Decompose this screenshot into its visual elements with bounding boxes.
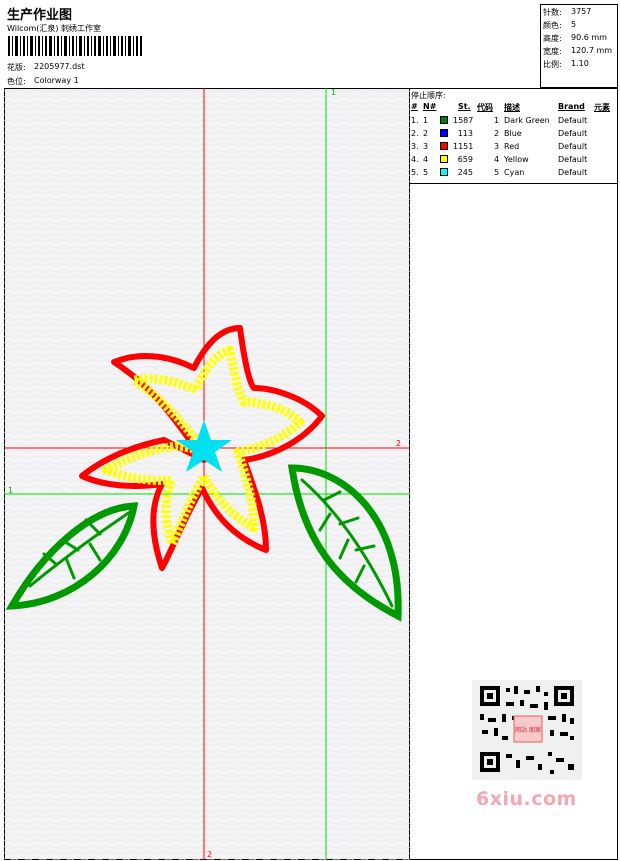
- column-header-brand: Brand: [558, 102, 585, 111]
- color-swatch: [440, 116, 448, 124]
- scale-label: 比例:: [543, 60, 562, 69]
- row-index: 5.: [411, 168, 419, 177]
- height-label: 高度:: [543, 34, 562, 43]
- row-number: 1: [423, 116, 429, 125]
- stitches-value: 3757: [571, 7, 592, 16]
- colors-label: 颜色:: [543, 21, 562, 30]
- row-stitches: 659: [457, 155, 473, 164]
- row-stitches: 1587: [453, 116, 474, 125]
- color-swatch: [440, 129, 448, 137]
- row-description: Cyan: [504, 168, 525, 177]
- column-header-element: 元素: [594, 103, 610, 112]
- company-name: Wilcom(汇泉) 刺绣工作室: [7, 24, 102, 33]
- column-header-code: 代码: [477, 103, 493, 112]
- row-brand: Default: [558, 155, 588, 164]
- barcode-icon: [8, 36, 142, 56]
- red-right-marker: 2: [396, 439, 401, 448]
- width-label: 宽度:: [543, 47, 562, 56]
- design-label: 花版:: [7, 63, 26, 72]
- site-watermark: 6xiu.com: [476, 788, 577, 810]
- row-code: 1: [494, 116, 500, 125]
- row-number: 5: [423, 168, 429, 177]
- row-stitches: 113: [457, 129, 473, 138]
- row-code: 3: [494, 142, 500, 151]
- row-stitches: 1151: [453, 142, 474, 151]
- row-description: Dark Green: [504, 116, 550, 125]
- row-code: 2: [494, 129, 500, 138]
- row-description: Red: [504, 142, 520, 151]
- color-swatch: [440, 155, 448, 163]
- row-brand: Default: [558, 142, 588, 151]
- column-header-stitches: St.: [458, 102, 471, 111]
- row-index: 3.: [411, 142, 419, 151]
- stop-sequence-title: 停止顺序:: [411, 91, 446, 100]
- column-header-description: 描述: [504, 103, 520, 112]
- height-value: 90.6 mm: [571, 33, 607, 42]
- qr-code-icon: 网站 图案: [472, 680, 582, 780]
- color-swatch: [440, 168, 448, 176]
- scale-value: 1.10: [571, 59, 589, 68]
- row-description: Blue: [504, 129, 522, 138]
- row-index: 4.: [411, 155, 419, 164]
- design-name: 2205977.dst: [34, 62, 85, 71]
- green-left-marker: 1: [8, 486, 13, 495]
- row-number: 3: [423, 142, 429, 151]
- row-number: 4: [423, 155, 429, 164]
- row-brand: Default: [558, 168, 588, 177]
- row-code: 4: [494, 155, 500, 164]
- row-description: Yellow: [504, 155, 529, 164]
- red-bottom-marker: 2: [207, 850, 212, 859]
- stitches-label: 针数:: [543, 8, 562, 17]
- row-brand: Default: [558, 116, 588, 125]
- sheet-title: 生产作业图: [7, 8, 73, 23]
- colorway-label: 色位:: [7, 77, 26, 86]
- column-header-index: #: [411, 102, 418, 111]
- row-stitches: 245: [457, 168, 473, 177]
- column-header-number: N#: [423, 102, 437, 111]
- embroidery-design: 1 1 2 2: [4, 88, 410, 860]
- stamp-text: 网站 图案: [515, 726, 541, 734]
- row-index: 2.: [411, 129, 419, 138]
- color-swatch: [440, 142, 448, 150]
- row-index: 1.: [411, 116, 419, 125]
- row-brand: Default: [558, 129, 588, 138]
- row-number: 2: [423, 129, 429, 138]
- colors-value: 5: [571, 20, 577, 29]
- green-top-marker: 1: [331, 88, 336, 97]
- width-value: 120.7 mm: [571, 46, 613, 55]
- colorway-name: Colorway 1: [34, 76, 79, 85]
- row-code: 5: [494, 168, 500, 177]
